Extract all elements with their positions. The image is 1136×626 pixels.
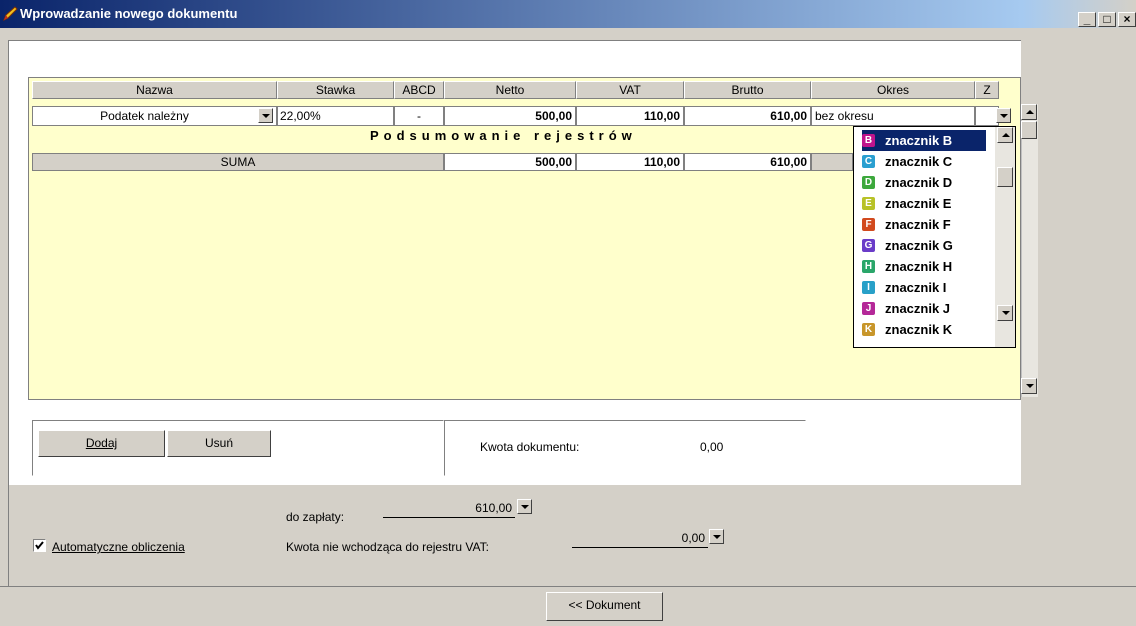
nonvat-field[interactable]: 0,00	[572, 529, 708, 548]
marker-item[interactable]: Kznacznik K	[862, 319, 992, 340]
grid-scroll-up-button[interactable]	[1021, 104, 1037, 120]
col-header-brutto[interactable]: Brutto	[684, 81, 811, 99]
left-border	[8, 41, 9, 586]
bottom-separator	[0, 586, 1136, 587]
marker-item[interactable]: Bznacznik B	[862, 130, 986, 151]
marker-g-icon: G	[862, 239, 875, 253]
marker-item[interactable]: Hznacznik H	[862, 256, 992, 277]
marker-h-icon: H	[862, 260, 875, 274]
marker-label: znacznik C	[885, 154, 953, 169]
marker-label: znacznik J	[885, 301, 951, 316]
col-header-stawka[interactable]: Stawka	[277, 81, 394, 99]
marker-item[interactable]: Iznacznik I	[862, 277, 992, 298]
marker-c-icon: C	[862, 155, 875, 169]
sum-okres	[811, 153, 853, 171]
sum-brutto: 610,00	[684, 153, 811, 171]
z-dropdown-button[interactable]	[996, 108, 1011, 123]
sum-label: SUMA	[32, 153, 444, 171]
kwota-label: Kwota dokumentu:	[480, 440, 580, 454]
marker-f-icon: F	[862, 218, 875, 232]
marker-item[interactable]: Fznacznik F	[862, 214, 992, 235]
netto-field[interactable]: 500,00	[444, 106, 576, 126]
nazwa-select[interactable]: Podatek należny	[32, 106, 277, 126]
checkmark-icon	[35, 541, 44, 550]
add-button-label: Dodaj	[85, 436, 118, 450]
col-header-vat[interactable]: VAT	[576, 81, 684, 99]
col-header-netto[interactable]: Netto	[444, 81, 576, 99]
auto-calc-label[interactable]: Automatyczne obliczenia	[52, 540, 185, 554]
close-button[interactable]: ×	[1118, 12, 1136, 27]
payment-dropdown-button[interactable]	[517, 499, 532, 514]
marker-b-icon: B	[862, 134, 875, 148]
marker-label: znacznik H	[885, 259, 953, 274]
marker-dropdown-list[interactable]: Bznacznik B Cznacznik C Dznacznik D Eznaczn…	[853, 126, 1016, 348]
summary-heading: Podsumowanie rejestrów	[370, 128, 637, 143]
marker-item[interactable]: Eznacznik E	[862, 193, 992, 214]
marker-i-icon: I	[862, 281, 875, 295]
marker-label: znacznik K	[885, 322, 953, 337]
add-button[interactable]: Dodaj	[38, 430, 165, 457]
payment-field[interactable]: 610,00	[383, 499, 515, 518]
nonvat-label: Kwota nie wchodząca do rejestru VAT:	[286, 540, 489, 554]
minimize-button[interactable]: _	[1078, 12, 1096, 27]
marker-d-icon: D	[862, 176, 875, 190]
okres-field[interactable]: bez okresu	[811, 106, 975, 126]
maximize-button[interactable]: □	[1098, 12, 1116, 27]
marker-label: znacznik E	[885, 196, 952, 211]
marker-label: znacznik G	[885, 238, 953, 253]
grid-scrollbar[interactable]	[1021, 104, 1038, 397]
marker-j-icon: J	[862, 302, 875, 316]
auto-calc-checkbox[interactable]	[33, 539, 46, 552]
payment-label: do zapłaty:	[286, 510, 345, 524]
marker-item[interactable]: Jznacznik J	[862, 298, 992, 319]
marker-item[interactable]: Dznacznik D	[862, 172, 992, 193]
col-header-z[interactable]: Z	[975, 81, 999, 99]
marker-e-icon: E	[862, 197, 875, 211]
grid-scroll-thumb[interactable]	[1021, 121, 1037, 139]
marker-label: znacznik D	[885, 175, 953, 190]
sum-netto: 500,00	[444, 153, 576, 171]
brutto-field[interactable]: 610,00	[684, 106, 811, 126]
vat-field[interactable]: 110,00	[576, 106, 684, 126]
stawka-field[interactable]: 22,00%	[277, 106, 394, 126]
sum-vat: 110,00	[576, 153, 684, 171]
kwota-value: 0,00	[700, 440, 724, 454]
nazwa-dropdown-button[interactable]	[258, 108, 273, 123]
marker-k-icon: K	[862, 323, 875, 337]
marker-label: znacznik B	[885, 133, 953, 148]
title-bar: Wprowadzanie nowego dokumentu	[0, 0, 1136, 28]
window-title: Wprowadzanie nowego dokumentu	[20, 6, 238, 21]
remove-button[interactable]: Usuń	[167, 430, 271, 457]
pen-icon	[3, 6, 18, 21]
col-header-abcd[interactable]: ABCD	[394, 81, 444, 99]
marker-label: znacznik F	[885, 217, 951, 232]
list-scroll-down-button[interactable]	[997, 305, 1013, 321]
grid-scroll-down-button[interactable]	[1021, 378, 1037, 394]
nonvat-dropdown-button[interactable]	[709, 529, 724, 544]
list-scroll-thumb[interactable]	[997, 167, 1013, 187]
marker-label: znacznik I	[885, 280, 947, 295]
marker-item[interactable]: Gznacznik G	[862, 235, 992, 256]
list-scroll-up-button[interactable]	[997, 127, 1013, 143]
col-header-okres[interactable]: Okres	[811, 81, 975, 99]
marker-item[interactable]: Cznacznik C	[862, 151, 992, 172]
col-header-nazwa[interactable]: Nazwa	[32, 81, 277, 99]
abcd-field[interactable]: -	[394, 106, 444, 126]
back-to-document-button[interactable]: << Dokument	[546, 592, 663, 621]
